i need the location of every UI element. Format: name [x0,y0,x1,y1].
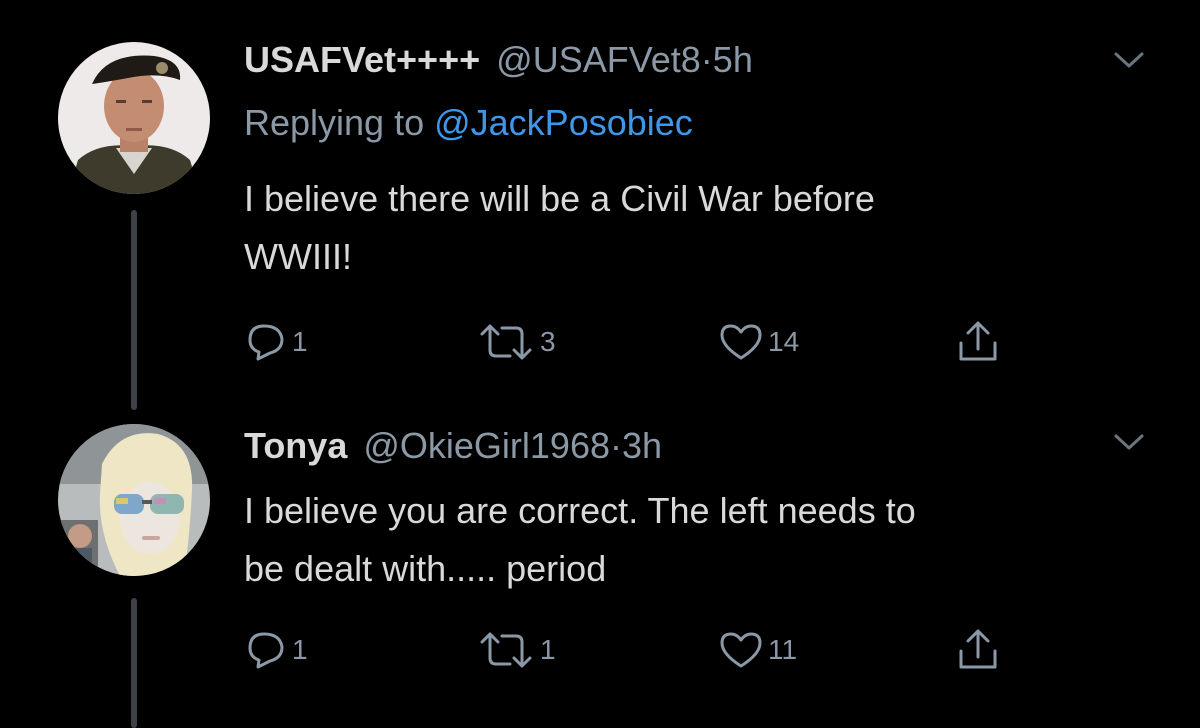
share-button[interactable] [955,626,1001,674]
chevron-down-icon [1114,434,1144,450]
action-bar: 1 1 11 [0,626,1200,674]
reply-button[interactable]: 1 [244,626,308,674]
like-button[interactable]: 11 [718,626,797,674]
more-options-button[interactable] [1112,430,1146,454]
like-count: 11 [768,634,798,665]
retweet-count: 1 [540,634,556,665]
avatar[interactable] [58,424,210,576]
timestamp[interactable]: 3h [622,425,662,466]
tweet-text-line: be dealt with..... period [244,548,607,589]
share-icon [959,629,997,669]
retweet-icon [480,632,532,668]
separator-dot: · [610,425,622,466]
tweet-text: I believe you are correct. The left need… [244,482,1144,598]
heart-icon [720,632,762,668]
avatar-photo-woman [58,424,210,576]
tweet-header: Tonya @OkieGirl1968·3h [244,424,662,468]
tweet-text-line: I believe you are correct. The left need… [244,490,916,531]
reply-icon [248,632,284,669]
reply-count: 1 [292,634,308,665]
tweet-tonya[interactable]: Tonya @OkieGirl1968·3h I believe you are… [0,0,1200,728]
display-name[interactable]: Tonya [244,425,347,466]
user-handle[interactable]: @OkieGirl1968 [363,425,610,466]
retweet-button[interactable]: 1 [476,626,556,674]
